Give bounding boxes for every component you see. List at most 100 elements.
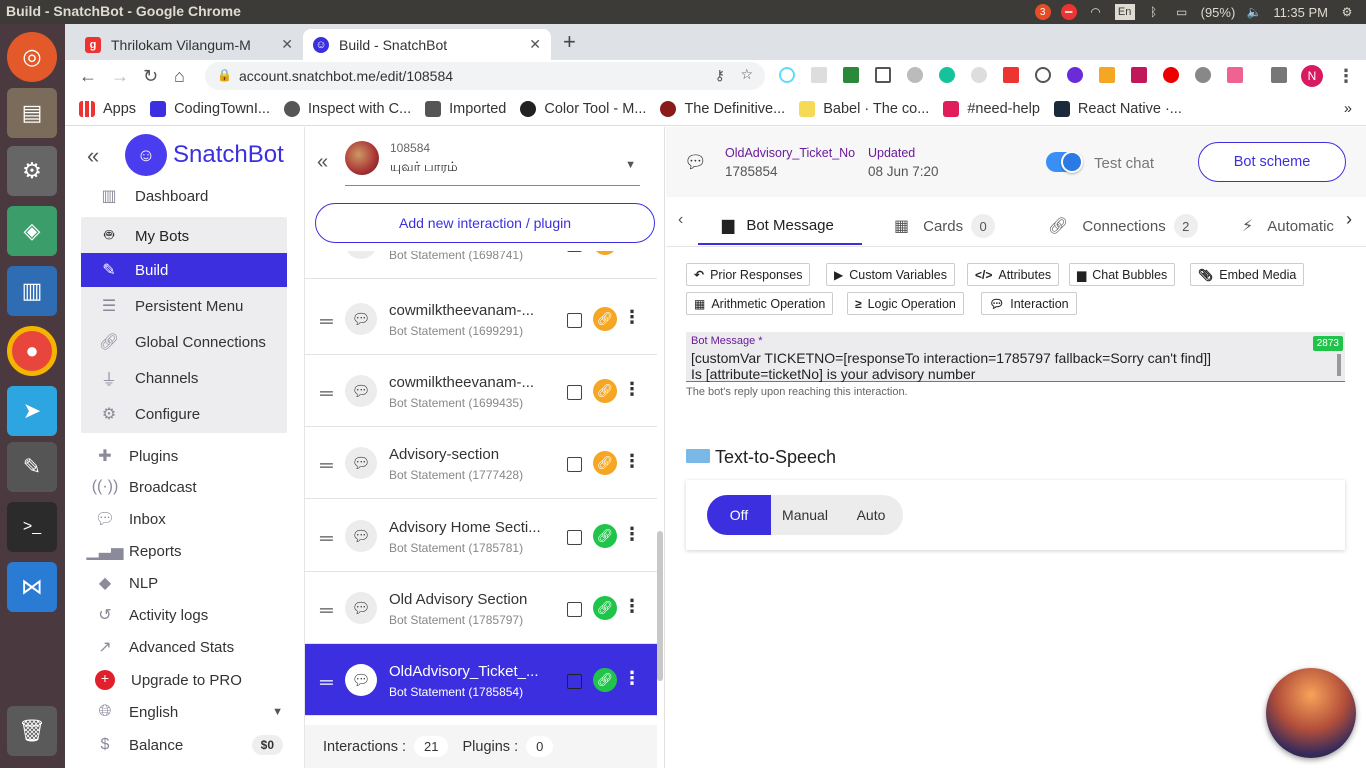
tabs-prev-icon[interactable]: ‹ [678,211,683,229]
collapse-panel-icon[interactable]: « [317,151,328,174]
ubuntu-dash-icon[interactable]: ◎ [7,32,57,82]
vscode-icon[interactable]: ⋈ [7,562,57,612]
drag-handle-icon[interactable]: ═ [320,251,333,256]
logic-operation-button[interactable]: ≥ Logic Operation [847,292,964,315]
select-checkbox[interactable] [567,457,582,472]
terminal-icon[interactable]: >_ [7,502,57,552]
extension-icon[interactable] [971,67,987,83]
drag-handle-icon[interactable]: ═ [320,528,333,549]
select-checkbox[interactable] [567,313,582,328]
link-icon[interactable]: 🔗︎ [593,524,617,548]
sidebar-item-inbox[interactable]: 💬︎ Inbox [93,504,166,534]
trash-icon[interactable]: 🗑 [7,706,57,756]
notification-badge[interactable]: 3 [1034,4,1051,20]
bookmark-apps[interactable]: Apps [79,100,136,117]
grid-extension-icon[interactable] [875,67,891,83]
more-vert-icon[interactable]: ⋮ [623,379,641,400]
drag-handle-icon[interactable]: ═ [320,383,333,404]
extension-icon[interactable] [1035,67,1051,83]
wifi-icon[interactable]: ◠ [1087,4,1105,20]
sidebar-item-build[interactable]: ✎ Build [81,253,287,287]
arithmetic-operation-button[interactable]: ▦ Arithmetic Operation [686,292,834,315]
extension-icon[interactable] [1003,67,1019,83]
bookmark-item[interactable]: The Definitive... [660,100,785,117]
more-vert-icon[interactable]: ⋮ [623,451,641,472]
keyboard-layout[interactable]: En [1114,4,1135,20]
star-icon[interactable]: ☆ [740,66,753,83]
sidebar-item-reports[interactable]: ▁▃▅ Reports [87,536,182,566]
bookmark-item[interactable]: CodingTownI... [150,100,270,117]
bookmark-folder[interactable]: Imported [425,100,506,117]
grammarly-icon[interactable] [939,67,955,83]
list-item[interactable]: ═ 💬︎ Advisory-section Bot Statement (177742… [305,427,657,499]
sidebar-item-nlp[interactable]: ◆ NLP [93,568,158,598]
menu-list-icon[interactable] [1271,67,1287,83]
more-vert-icon[interactable]: ⋮ [623,668,641,689]
list-item[interactable]: ═ 💬︎ OldAdvisory_Ticket_... Bot Statement (… [305,644,657,716]
scrollbar[interactable] [657,531,663,681]
extension-icon[interactable] [1099,67,1115,83]
sidebar-item-dashboard[interactable]: ▥ Dashboard [81,179,287,213]
bluetooth-icon[interactable]: ᛒ [1145,4,1163,20]
bookmark-item[interactable]: Inspect with C... [283,100,411,117]
sidebar-item-global-connections[interactable]: 🔗︎ Global Connections [81,325,287,359]
drag-handle-icon[interactable]: ═ [320,600,333,621]
prior-responses-button[interactable]: ↶ Prior Responses [686,263,811,286]
back-icon[interactable]: ← [79,66,97,87]
writer-icon[interactable]: ▥ [7,266,57,316]
bot-scheme-button[interactable]: Bot scheme [1198,142,1346,182]
close-icon[interactable]: ✕ [281,36,293,53]
drag-handle-icon[interactable]: ═ [320,672,333,693]
record-icon[interactable] [1163,67,1179,83]
extension-icon[interactable] [907,67,923,83]
test-chat-toggle[interactable] [1046,151,1083,173]
language-select[interactable]: 🌐︎ English ▼ [93,697,283,727]
extension-icon[interactable] [1195,67,1211,83]
more-bookmarks-icon[interactable]: » [1344,101,1352,117]
drag-handle-icon[interactable]: ═ [320,311,333,332]
bookmark-item[interactable]: Color Tool - M... [520,100,646,117]
list-item[interactable]: ═ 💬︎ Advisory Home Secti... Bot Statement (… [305,500,657,572]
interaction-button[interactable]: 💬︎ Interaction [981,292,1077,315]
new-tab-button[interactable]: + [563,29,576,55]
tts-auto-button[interactable]: Auto [839,495,903,535]
attributes-button[interactable]: </> Attributes [967,263,1060,286]
close-icon[interactable]: ✕ [529,36,541,53]
tab-thrilokam[interactable]: g Thrilokam Vilangum-M ✕ [75,29,303,60]
extension-icon[interactable] [811,67,827,83]
add-interaction-button[interactable]: Add new interaction / plugin [315,203,655,243]
more-vert-icon[interactable]: ⋮ [623,596,641,617]
textarea-scrollbar[interactable] [1337,354,1341,376]
bookmark-item[interactable]: #need-help [943,100,1040,117]
sidebar-item-advanced-stats[interactable]: ↗ Advanced Stats [93,632,234,662]
address-bar[interactable]: 🔒 account.snatchbot.me/edit/108584 ⚷ ☆ [205,62,765,90]
link-icon[interactable]: 🔗︎ [593,596,617,620]
select-checkbox[interactable] [567,530,582,545]
sidebar-item-channels[interactable]: ⏚ Channels [81,361,287,395]
list-item[interactable]: ═ 💬︎ cowmilktheevanam-... Bot Statement (16… [305,355,657,427]
more-vert-icon[interactable]: ⋮ [623,524,641,545]
select-checkbox[interactable] [567,602,582,617]
tab-connections[interactable]: 🔗︎ Connections 2 [1048,207,1198,245]
bookmark-item[interactable]: Babel · The co... [799,100,929,117]
select-checkbox[interactable] [567,251,582,252]
drag-handle-icon[interactable]: ═ [320,455,333,476]
list-item[interactable]: ═ 💬︎ cowmilktheevanam-... Bot Statement (16… [305,283,657,355]
logo[interactable]: ☺ SnatchBot [125,134,284,176]
sidebar-item-plugins[interactable]: ✚ Plugins [93,441,178,471]
list-item[interactable]: ═ 💬︎ Old Advisory Section Bot Statement (17… [305,572,657,644]
gear-icon[interactable]: ⚙ [1338,4,1356,20]
chrome-icon[interactable]: ● [7,326,57,376]
select-checkbox[interactable] [567,674,582,689]
telegram-icon[interactable]: ➤ [7,386,57,436]
files-icon[interactable]: ▤ [7,88,57,138]
tab-automatic[interactable]: ⚡︎ Automatic [1242,207,1346,245]
cors-icon[interactable] [843,67,859,83]
avatar[interactable]: N [1301,65,1323,87]
tabs-next-icon[interactable]: › [1346,209,1352,230]
stop-icon[interactable]: ━ [1060,4,1077,20]
embed-media-button[interactable]: 📎︎ Embed Media [1190,263,1305,286]
more-vert-icon[interactable]: ⋮ [1337,66,1355,87]
tab-snatchbot[interactable]: ☺ Build - SnatchBot ✕ [303,29,551,60]
floating-wallpaper-avatar[interactable] [1266,668,1356,758]
